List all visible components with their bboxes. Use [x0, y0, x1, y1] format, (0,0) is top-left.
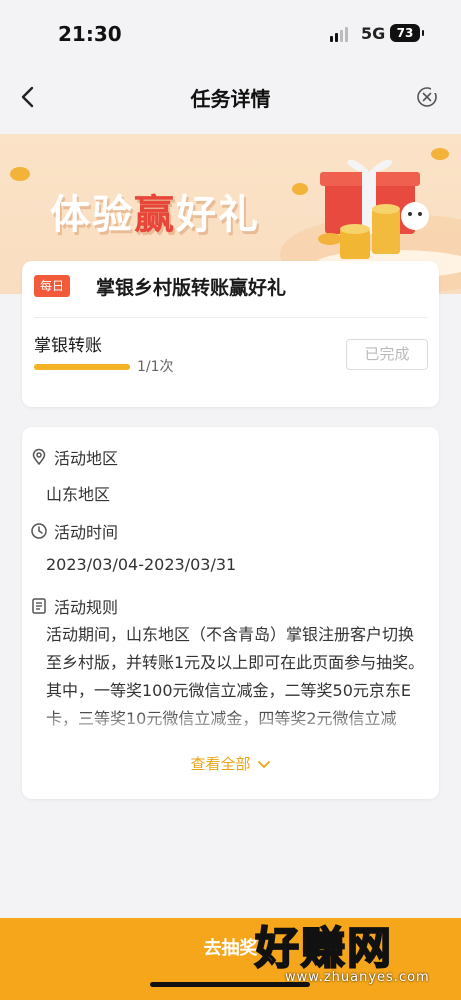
daily-badge: 每日 [34, 275, 71, 297]
clock-icon [31, 523, 47, 539]
completed-button[interactable]: 已完成 [346, 339, 428, 370]
time-value: 2023/03/04-2023/03/31 [46, 555, 237, 574]
region-value: 山东地区 [46, 485, 111, 504]
time-section: 活动时间 [30, 519, 118, 543]
progress-bar [34, 364, 130, 370]
view-all-button[interactable]: 查看全部 [22, 753, 439, 774]
location-icon [32, 448, 46, 466]
divider [34, 317, 427, 318]
status-time: 21:30 [58, 22, 122, 46]
close-icon[interactable] [414, 84, 440, 110]
time-label: 活动时间 [54, 523, 119, 542]
watermark-logo: 好赚网 [254, 922, 393, 975]
banner-title: 体验赢好礼 [50, 191, 260, 238]
rules-label: 活动规则 [54, 598, 119, 617]
view-all-label: 查看全部 [190, 755, 251, 773]
home-indicator [150, 982, 310, 987]
region-section: 活动地区 [30, 445, 118, 469]
nav-bar: 任务详情 [0, 66, 461, 128]
status-bar: 21:30 5G 73 [0, 0, 461, 66]
chevron-down-icon [257, 760, 270, 768]
region-label: 活动地区 [54, 449, 119, 468]
page-title: 任务详情 [190, 87, 271, 111]
rules-section: 活动规则 [30, 594, 118, 618]
task-card: 每日 掌银乡村版转账赢好礼 掌银转账 1/1次 已完成 [22, 261, 439, 407]
rules-text: 活动期间，山东地区（不含青岛）掌银注册客户切换至乡村版，并转账1元及以上即可在此… [46, 621, 426, 739]
progress-fill [34, 364, 130, 370]
task-title: 掌银乡村版转账赢好礼 [96, 277, 287, 299]
subtask-name: 掌银转账 [34, 336, 102, 356]
battery-icon: 73 [390, 24, 424, 42]
rules-icon [32, 598, 46, 614]
network-type: 5G [361, 24, 386, 43]
activity-info-card: 活动地区 山东地区 活动时间 2023/03/04-2023/03/31 活动规… [22, 427, 439, 799]
progress-text: 1/1次 [137, 359, 174, 375]
watermark: 好赚网 www.zhuanyes.com [254, 912, 455, 992]
signal-icon [330, 27, 348, 42]
